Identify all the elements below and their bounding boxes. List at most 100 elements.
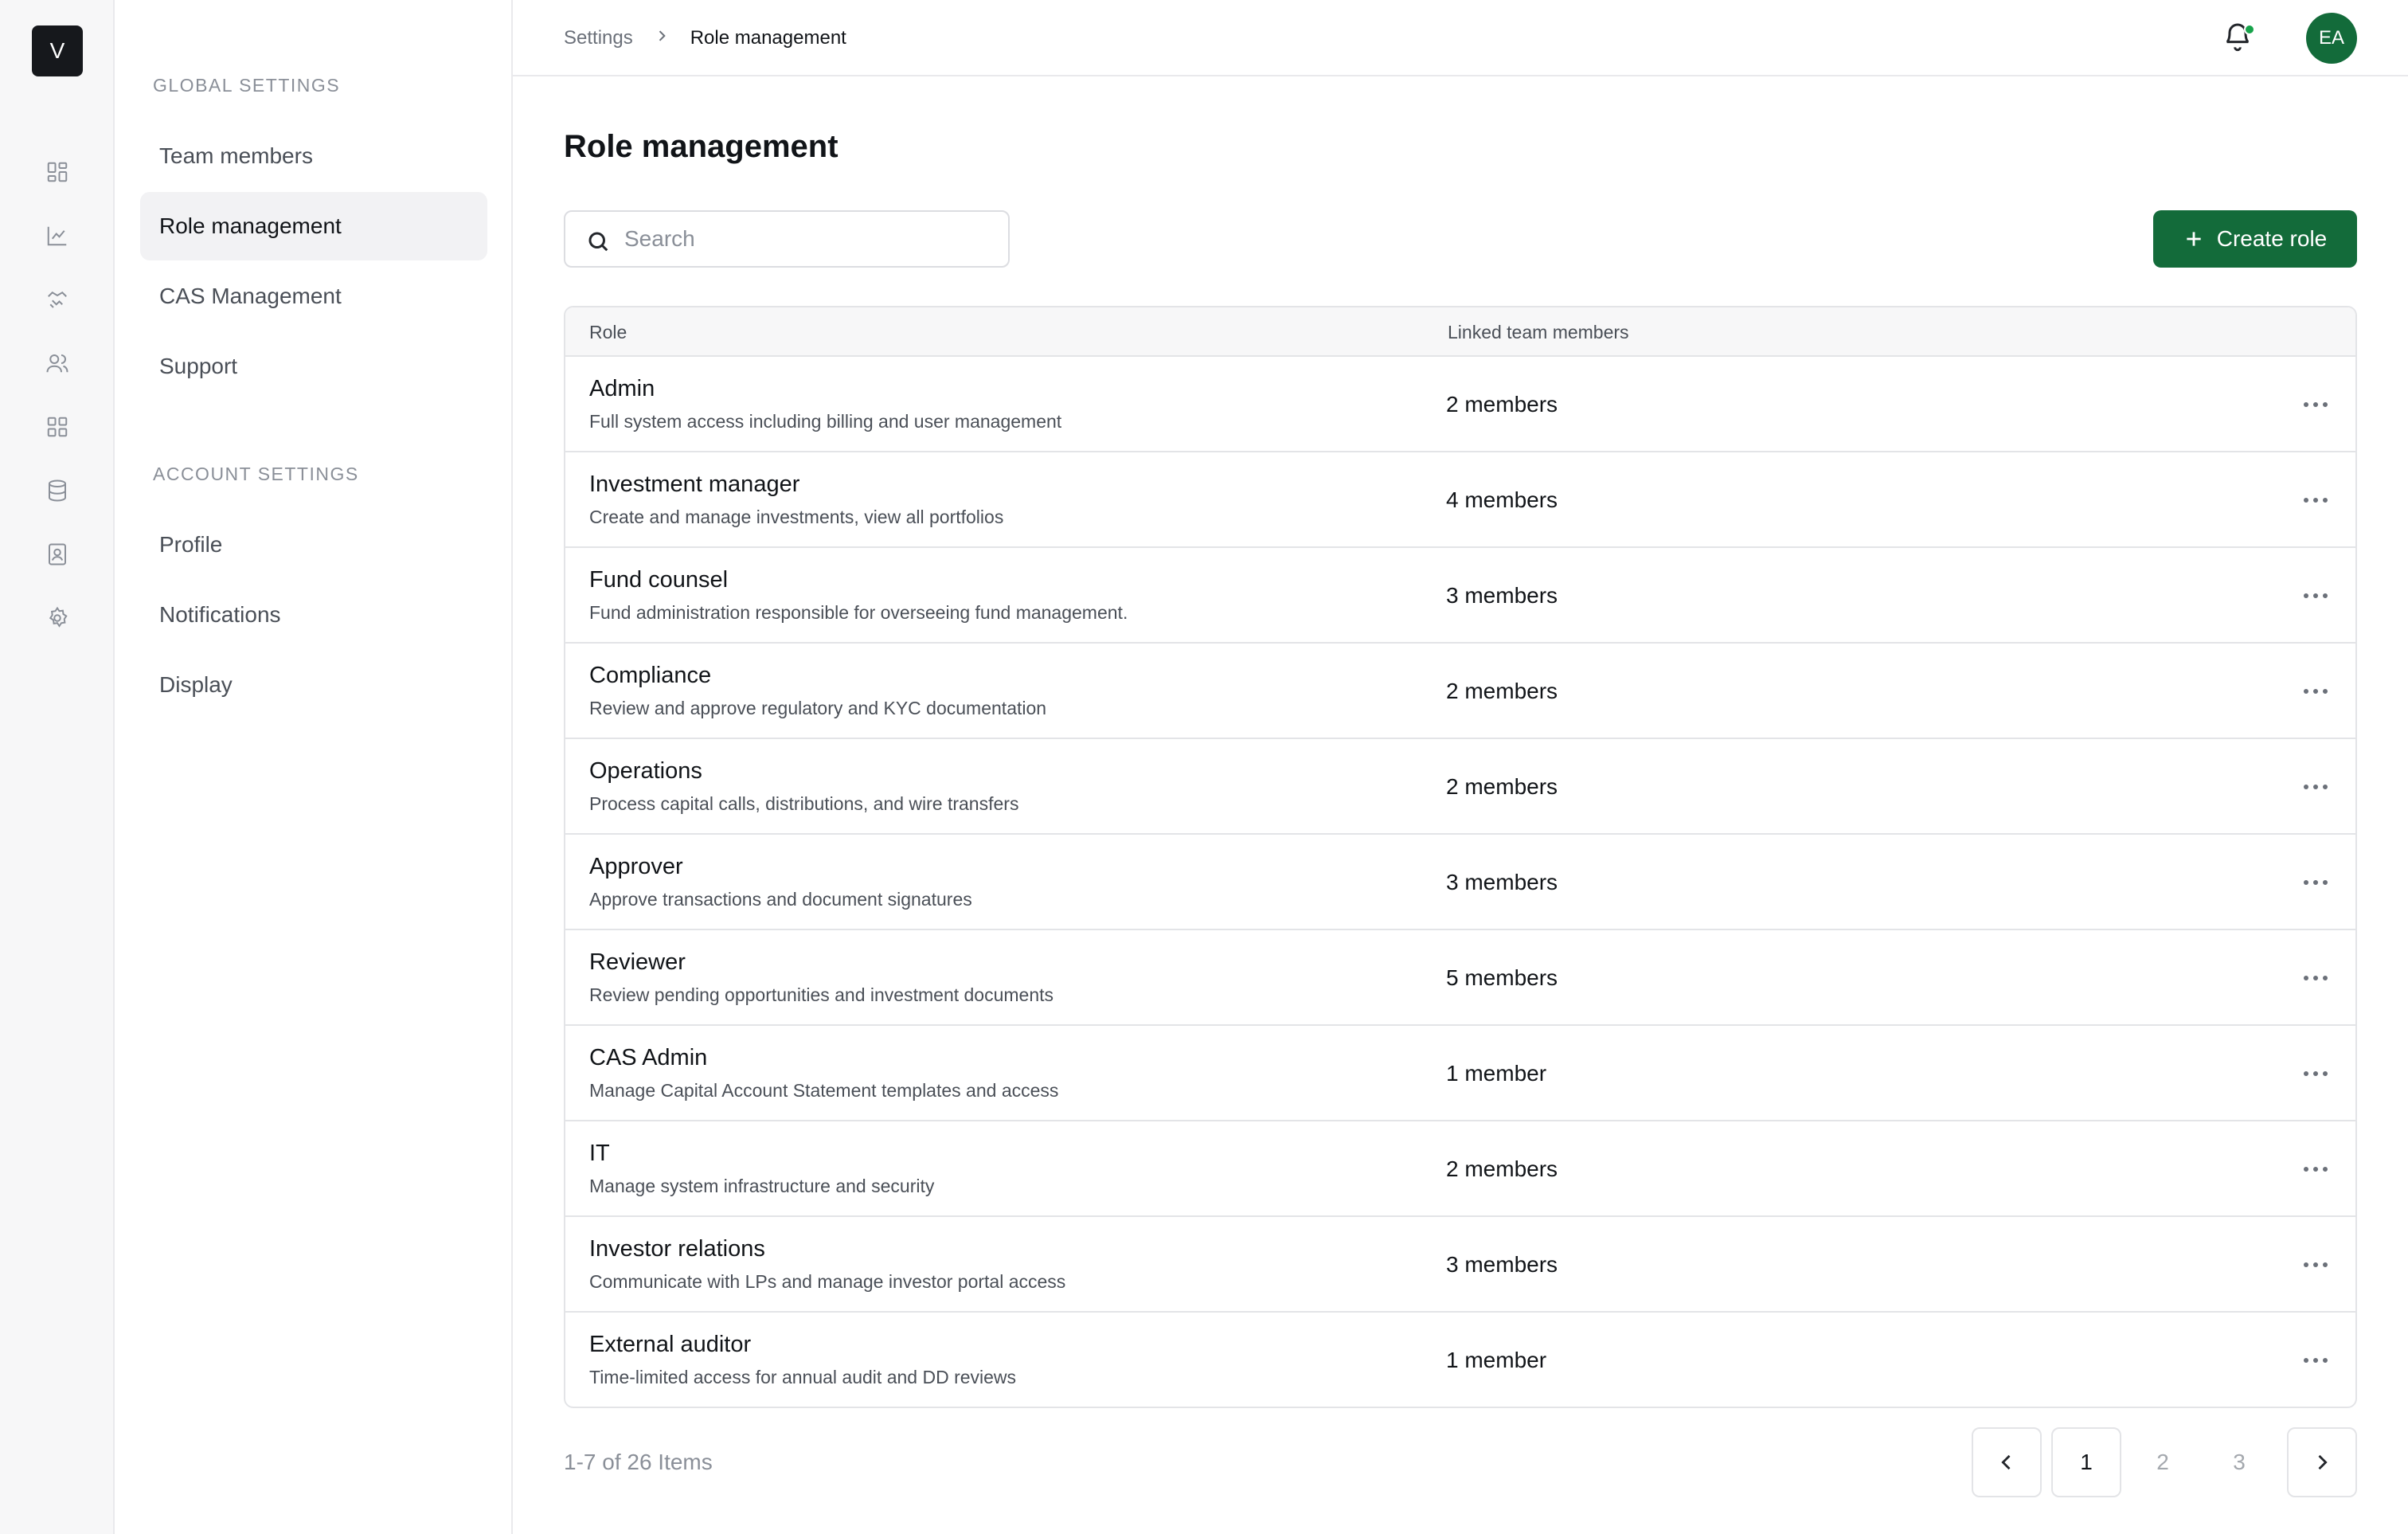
database-icon[interactable] — [41, 475, 73, 507]
page-button-3[interactable]: 3 — [2204, 1427, 2274, 1497]
create-role-label: Create role — [2216, 226, 2328, 251]
table-row[interactable]: Reviewer Review pending opportunities and… — [565, 930, 2355, 1026]
row-actions-button[interactable] — [2300, 484, 2332, 516]
chart-icon[interactable] — [41, 220, 73, 252]
more-horizontal-icon — [2304, 689, 2328, 694]
role-description: Create and manage investments, view all … — [589, 507, 1004, 527]
table-row[interactable]: Operations Process capital calls, distrib… — [565, 739, 2355, 835]
linked-members: 4 members — [1446, 487, 1558, 512]
table-row[interactable]: External auditor Time-limited access for … — [565, 1313, 2355, 1407]
nav-item-display[interactable]: Display — [140, 651, 487, 719]
more-horizontal-icon — [2304, 1262, 2328, 1267]
search-box — [564, 210, 1010, 268]
more-horizontal-icon — [2304, 976, 2328, 980]
role-name: Approver — [589, 854, 683, 879]
role-description: Full system access including billing and… — [589, 411, 1062, 432]
row-actions-button[interactable] — [2300, 580, 2332, 612]
row-actions-button[interactable] — [2300, 1344, 2332, 1376]
role-name: Operations — [589, 758, 702, 784]
row-actions-button[interactable] — [2300, 1249, 2332, 1281]
grid-icon[interactable] — [41, 411, 73, 443]
table-header: Role Linked team members — [565, 307, 2355, 357]
column-header-role: Role — [589, 322, 627, 342]
nav-item-team-members[interactable]: Team members — [140, 122, 487, 190]
page-title: Role management — [564, 129, 838, 164]
page-button-1[interactable]: 1 — [2051, 1427, 2121, 1497]
role-name: Investment manager — [589, 472, 800, 497]
notifications-button[interactable] — [2222, 21, 2257, 56]
table-row[interactable]: Approver Approve transactions and documen… — [565, 835, 2355, 930]
search-input[interactable] — [624, 212, 999, 266]
table-row[interactable]: Investment manager Create and manage inve… — [565, 452, 2355, 548]
account-settings-heading: ACCOUNT SETTINGS — [153, 464, 359, 484]
linked-members: 5 members — [1446, 965, 1558, 990]
gear-icon[interactable] — [41, 602, 73, 634]
more-horizontal-icon — [2304, 1167, 2328, 1172]
row-actions-button[interactable] — [2300, 1058, 2332, 1090]
role-description: Manage system infrastructure and securit… — [589, 1176, 935, 1196]
role-name: External auditor — [589, 1332, 752, 1357]
breadcrumb-settings-link[interactable]: Settings — [564, 27, 633, 49]
table-row[interactable]: Compliance Review and approve regulatory … — [565, 644, 2355, 739]
table-row[interactable]: Admin Full system access including billin… — [565, 357, 2355, 452]
nav-item-cas-management[interactable]: CAS Management — [140, 262, 487, 331]
contacts-icon[interactable] — [41, 538, 73, 570]
role-description: Review and approve regulatory and KYC do… — [589, 698, 1047, 718]
linked-members: 3 members — [1446, 870, 1558, 894]
breadcrumb: Settings Role management — [564, 0, 846, 76]
chevron-right-icon — [654, 27, 670, 49]
create-role-button[interactable]: Create role — [2153, 210, 2357, 268]
role-description: Process capital calls, distributions, an… — [589, 793, 1019, 814]
role-name: CAS Admin — [589, 1045, 708, 1070]
app-logo[interactable]: V — [32, 25, 83, 76]
user-avatar[interactable]: EA — [2306, 13, 2357, 64]
role-description: Communicate with LPs and manage investor… — [589, 1271, 1066, 1292]
linked-members: 3 members — [1446, 1252, 1558, 1277]
role-description: Time-limited access for annual audit and… — [589, 1367, 1017, 1387]
table-row[interactable]: CAS Admin Manage Capital Account Statemen… — [565, 1026, 2355, 1121]
linked-members: 3 members — [1446, 583, 1558, 608]
dashboard-icon[interactable] — [41, 156, 73, 188]
next-page-button[interactable] — [2287, 1427, 2357, 1497]
nav-item-role-management[interactable]: Role management — [140, 192, 487, 260]
table-row[interactable]: IT Manage system infrastructure and secur… — [565, 1121, 2355, 1217]
role-name: Fund counsel — [589, 567, 729, 593]
linked-members: 2 members — [1446, 392, 1558, 417]
row-actions-button[interactable] — [2300, 867, 2332, 898]
users-icon[interactable] — [41, 347, 73, 379]
more-horizontal-icon — [2304, 402, 2328, 407]
nav-item-notifications[interactable]: Notifications — [140, 581, 487, 649]
items-count: 1-7 of 26 Items — [564, 1450, 713, 1474]
breadcrumb-current: Role management — [690, 27, 846, 49]
role-description: Approve transactions and document signat… — [589, 889, 972, 910]
linked-members: 1 member — [1446, 1348, 1547, 1372]
roles-table: Role Linked team members Admin Full syste… — [564, 306, 2357, 1408]
more-horizontal-icon — [2304, 880, 2328, 885]
handshake-icon[interactable] — [41, 284, 73, 315]
column-header-members: Linked team members — [1448, 322, 1629, 342]
row-actions-button[interactable] — [2300, 962, 2332, 994]
role-name: Compliance — [589, 663, 712, 688]
page-button-2[interactable]: 2 — [2128, 1427, 2198, 1497]
nav-item-profile[interactable]: Profile — [140, 511, 487, 579]
row-actions-button[interactable] — [2300, 771, 2332, 803]
linked-members: 2 members — [1446, 774, 1558, 799]
row-actions-button[interactable] — [2300, 389, 2332, 421]
linked-members: 2 members — [1446, 1156, 1558, 1181]
row-actions-button[interactable] — [2300, 1153, 2332, 1185]
chevron-left-icon — [2001, 1454, 2011, 1470]
row-actions-button[interactable] — [2300, 675, 2332, 707]
role-description: Review pending opportunities and investm… — [589, 984, 1054, 1005]
previous-page-button[interactable] — [1972, 1427, 2042, 1497]
more-horizontal-icon — [2304, 785, 2328, 789]
role-name: Admin — [589, 376, 655, 401]
role-name: Reviewer — [589, 949, 686, 975]
linked-members: 2 members — [1446, 679, 1558, 703]
more-horizontal-icon — [2304, 1071, 2328, 1076]
table-row[interactable]: Fund counsel Fund administration responsi… — [565, 548, 2355, 644]
role-name: IT — [589, 1141, 610, 1166]
nav-item-support[interactable]: Support — [140, 332, 487, 401]
table-row[interactable]: Investor relations Communicate with LPs a… — [565, 1217, 2355, 1313]
chevron-right-icon — [2318, 1454, 2328, 1470]
top-bar: Settings Role management EA — [513, 0, 2408, 76]
